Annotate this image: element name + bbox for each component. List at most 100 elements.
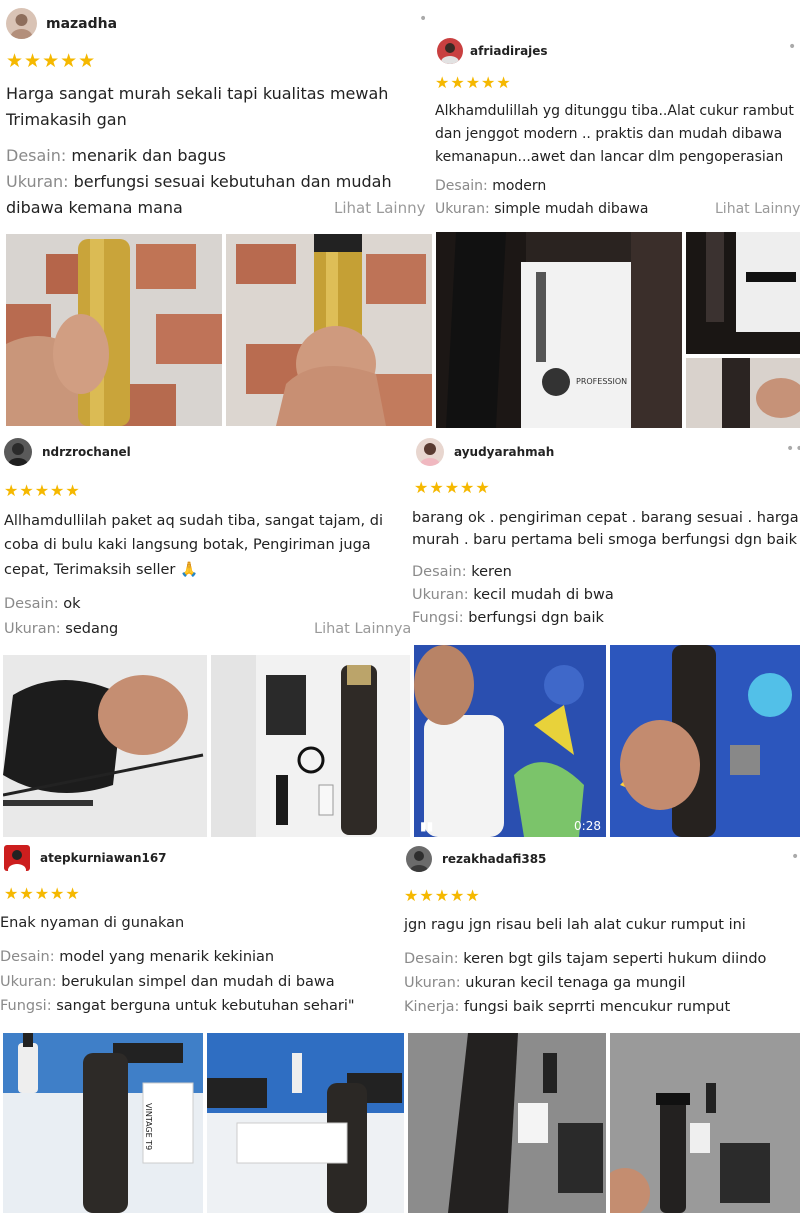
video-indicator-icon: ▮▮: [420, 819, 434, 833]
review-photo[interactable]: [686, 358, 800, 428]
review-header: ndrzrochanel: [4, 438, 131, 466]
attribute-value: modern: [492, 178, 547, 194]
attribute-key: Kinerja:: [404, 999, 460, 1015]
review-photo[interactable]: [226, 234, 432, 426]
attribute-size: Ukuran: ukuran kecil tenaga ga mungil: [404, 975, 686, 991]
attribute-key: Desain:: [435, 178, 488, 194]
attribute-value: menarik dan bagus: [71, 146, 226, 165]
rating-stars: ★★★★★: [414, 478, 491, 497]
photo-label: PROFESSION: [576, 377, 628, 386]
review-card: atepkurniawan167 ★★★★★ Enak nyaman di gu…: [0, 840, 400, 1028]
rating-stars: ★★★★★: [435, 73, 512, 92]
attribute-design: Desain: keren bgt gils tajam seperti huk…: [404, 951, 766, 967]
review-photo[interactable]: [211, 655, 410, 837]
avatar[interactable]: [6, 8, 37, 39]
attribute-value: keren: [471, 564, 512, 580]
attribute-key: Ukuran:: [404, 975, 461, 991]
review-text: Harga sangat murah sekali tapi kualitas …: [6, 84, 389, 103]
review-card: rezakhadafi385 • ★★★★★ jgn ragu jgn risa…: [400, 840, 800, 1028]
rating-stars: ★★★★★: [6, 50, 97, 72]
rating-stars: ★★★★★: [404, 886, 481, 905]
attribute-function: Fungsi: berfungsi dgn baik: [412, 610, 604, 626]
see-more-link[interactable]: Lihat Lainnya: [715, 201, 800, 217]
attribute-value: sedang: [65, 621, 119, 637]
avatar[interactable]: [416, 438, 444, 466]
more-dots-icon[interactable]: ••: [419, 12, 425, 26]
review-card: ndrzrochanel ★★★★★ Allhamdullilah paket …: [0, 430, 410, 652]
rating-stars: ★★★★★: [4, 884, 81, 903]
review-photo[interactable]: [6, 234, 222, 426]
review-video[interactable]: ▮▮ 0:28: [414, 645, 606, 837]
attribute-value: simple mudah dibawa: [494, 201, 649, 217]
review-photo[interactable]: [207, 1033, 404, 1213]
review-photo[interactable]: [408, 1033, 606, 1213]
review-card: ayudyarahmah •• ★★★★★ barang ok . pengir…: [410, 430, 800, 642]
avatar[interactable]: [437, 38, 463, 64]
attribute-key: Ukuran:: [412, 587, 469, 603]
attribute-size: Ukuran: kecil mudah di bwa: [412, 587, 614, 603]
attribute-value: fungsi baik seprrti mencukur rumput: [464, 999, 731, 1015]
username[interactable]: atepkurniawan167: [40, 851, 167, 865]
attribute-value: model yang menarik kekinian: [59, 949, 275, 965]
review-header: mazadha: [6, 8, 117, 39]
attribute-design: Desain: ok: [4, 596, 81, 612]
attribute-key: Ukuran:: [4, 621, 61, 637]
review-text: dan jenggot modern .. praktis dan mudah …: [435, 126, 783, 142]
review-text: jgn ragu jgn risau beli lah alat cukur r…: [404, 917, 746, 933]
review-header: afriadirajes: [437, 38, 548, 64]
more-dots-icon[interactable]: •: [791, 850, 800, 864]
attribute-value: berfungsi sesuai kebutuhan dan mudah: [73, 172, 392, 191]
attribute-value: keren bgt gils tajam seperti hukum diind…: [463, 951, 767, 967]
review-photo[interactable]: [686, 232, 800, 354]
avatar[interactable]: [4, 438, 32, 466]
review-text: Trimakasih gan: [6, 110, 127, 129]
attribute-key: Desain:: [404, 951, 459, 967]
attribute-key: Fungsi:: [412, 610, 464, 626]
attribute-key: Ukuran:: [0, 974, 57, 990]
username[interactable]: afriadirajes: [470, 44, 548, 58]
more-dots-icon[interactable]: •: [788, 40, 797, 54]
review-photo[interactable]: VINTAGE T9: [3, 1033, 203, 1213]
review-card: afriadirajes • ★★★★★ Alkhamdulillah yg d…: [425, 30, 800, 232]
attribute-continuation: dibawa kemana mana: [6, 198, 183, 217]
attribute-size: Ukuran: sedang: [4, 621, 118, 637]
review-text: murah . baru pertama beli smoga berfungs…: [412, 532, 798, 548]
review-photo[interactable]: PROFESSION: [436, 232, 682, 428]
video-duration: 0:28: [574, 819, 601, 833]
attribute-key: Desain:: [6, 146, 67, 165]
review-photo[interactable]: [3, 655, 207, 837]
photo-label: VINTAGE T9: [144, 1103, 153, 1151]
review-photo[interactable]: [610, 645, 800, 837]
review-header: ayudyarahmah: [416, 438, 554, 466]
attribute-value: ukuran kecil tenaga ga mungil: [465, 975, 686, 991]
review-photo[interactable]: [610, 1033, 800, 1213]
attribute-value: berukulan simpel dan mudah di bawa: [61, 974, 335, 990]
attribute-key: Desain:: [4, 596, 59, 612]
attribute-key: Ukuran:: [6, 172, 69, 191]
attribute-key: Ukuran:: [435, 201, 490, 217]
attribute-value: berfungsi dgn baik: [468, 610, 604, 626]
avatar[interactable]: [4, 845, 30, 871]
see-more-link[interactable]: Lihat Lainnya: [314, 621, 410, 637]
review-card: mazadha •• ★★★★★ Harga sangat murah seka…: [0, 0, 425, 232]
username[interactable]: rezakhadafi385: [442, 852, 546, 866]
attribute-design: Desain: modern: [435, 178, 546, 194]
attribute-size: Ukuran: simple mudah dibawa: [435, 201, 648, 217]
username[interactable]: mazadha: [46, 16, 117, 32]
attribute-value: sangat berguna untuk kebutuhan sehari": [56, 998, 355, 1014]
rating-stars: ★★★★★: [4, 481, 81, 500]
attribute-design: Desain: menarik dan bagus: [6, 146, 226, 165]
see-more-link[interactable]: Lihat Lainnya: [334, 199, 425, 217]
review-text: Alkhamdulillah yg ditunggu tiba..Alat cu…: [435, 103, 794, 119]
attribute-function: Fungsi: sangat berguna untuk kebutuhan s…: [0, 998, 355, 1014]
more-dots-icon[interactable]: ••: [786, 442, 800, 456]
attribute-value: ok: [63, 596, 81, 612]
attribute-value: kecil mudah di bwa: [473, 587, 614, 603]
review-header: atepkurniawan167: [4, 845, 167, 871]
username[interactable]: ayudyarahmah: [454, 445, 554, 459]
review-text: cepat, Terimaksih seller 🙏: [4, 562, 199, 578]
avatar[interactable]: [406, 846, 432, 872]
review-text: barang ok . pengiriman cepat . barang se…: [412, 510, 799, 526]
review-header: rezakhadafi385: [406, 846, 546, 872]
username[interactable]: ndrzrochanel: [42, 445, 131, 459]
